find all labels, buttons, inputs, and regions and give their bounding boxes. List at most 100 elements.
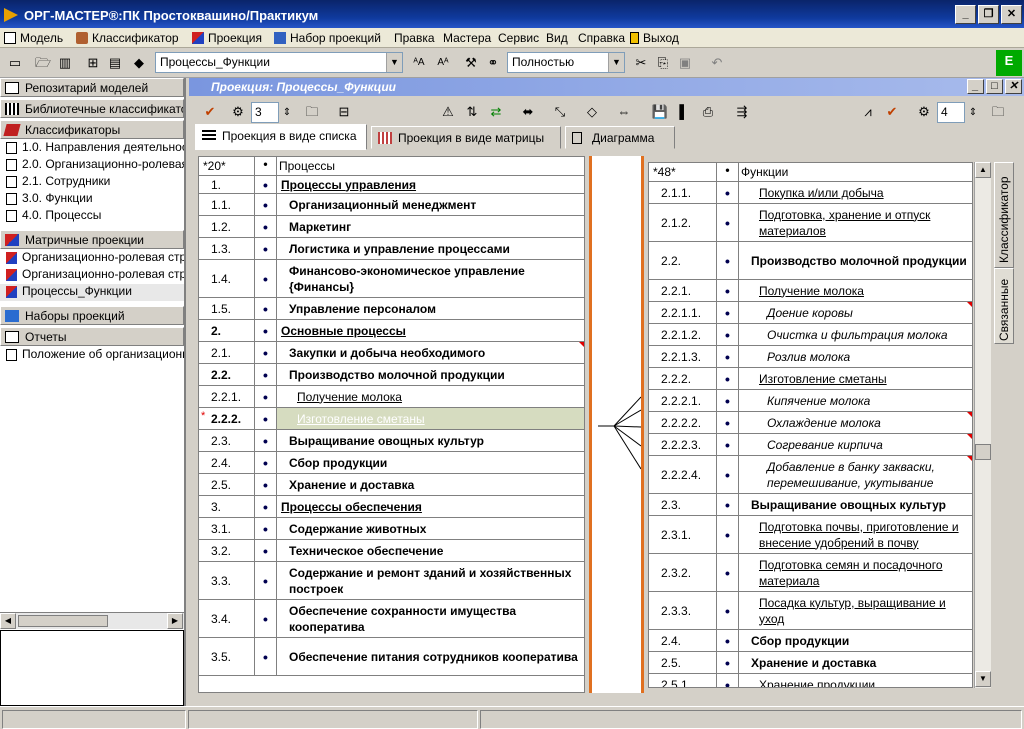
minimize-button[interactable]: _ — [955, 5, 976, 24]
process-row[interactable]: 2.4. • Сбор продукции — [199, 452, 584, 474]
menu-wizards[interactable]: Мастера — [443, 31, 491, 45]
matrix-item[interactable]: Организационно-ролевая структура — [0, 250, 184, 267]
connector-icon[interactable]: ⤡ — [549, 101, 571, 123]
classifier-item[interactable]: 4.0. Процессы — [0, 208, 184, 225]
functions-vertical-scrollbar[interactable]: ▲ ▼ — [974, 162, 991, 688]
section-classifiers[interactable]: Классификаторы — [0, 120, 184, 139]
tool-icon[interactable]: ⚙ — [913, 101, 935, 123]
cut-icon[interactable]: ✂ — [630, 52, 652, 74]
font-smaller-icon[interactable]: ᴬA — [408, 52, 430, 74]
function-row[interactable]: 2.2.2.4. • Добавление в банку закваски, пе… — [649, 456, 972, 494]
function-row[interactable]: 2.2.1.2. • Очистка и фильтрация молока — [649, 324, 972, 346]
classifier-item[interactable]: 1.0. Направления деятельности — [0, 140, 184, 157]
function-row[interactable]: 2.2.1. • Получение молока — [649, 280, 972, 302]
sort-icon[interactable]: ⇅ — [461, 101, 483, 123]
matrix-icon[interactable]: ◆ — [128, 52, 150, 74]
process-row[interactable]: 2.1. • Закупки и добыча необходимого — [199, 342, 584, 364]
report-item[interactable]: Положение об организационной структуре — [0, 347, 184, 364]
menu-help[interactable]: Справка — [578, 31, 625, 45]
tab-matrix-view[interactable]: Проекция в виде матрицы — [371, 126, 561, 149]
process-row[interactable]: 2.3. • Выращивание овощных культур — [199, 430, 584, 452]
chart-icon[interactable]: ⩘ — [857, 101, 879, 123]
matrix-item-selected[interactable]: Процессы_Функции — [0, 284, 184, 301]
chevron-down-icon[interactable]: ▼ — [608, 53, 624, 72]
swap-icon[interactable]: ⇔ — [613, 101, 635, 123]
process-row[interactable]: 3.4. • Обеспечение сохранности имущества к… — [199, 600, 584, 638]
classifier-tool-icon[interactable]: ▥ — [54, 52, 76, 74]
classifier-item[interactable]: 2.1. Сотрудники — [0, 174, 184, 191]
undo-icon[interactable]: ↶ — [706, 52, 728, 74]
book-icon[interactable]: ▤ — [104, 52, 126, 74]
menu-service[interactable]: Сервис — [498, 31, 539, 45]
process-row[interactable]: 1. • Процессы управления — [199, 176, 584, 194]
check-icon[interactable]: ✔ — [199, 101, 221, 123]
function-row[interactable]: 2.4. • Сбор продукции — [649, 630, 972, 652]
projection-minimize-button[interactable]: _ — [967, 79, 984, 94]
function-row[interactable]: 2.2.2.2. • Охлаждение молока — [649, 412, 972, 434]
window-layout-icon[interactable]: ▭ — [4, 52, 26, 74]
menu-projection-set[interactable]: Набор проекций — [274, 31, 381, 45]
scroll-thumb[interactable] — [18, 615, 108, 627]
spin-arrows-icon[interactable]: ⇕ — [965, 102, 981, 124]
process-row[interactable]: 2.2.1. • Получение молока — [199, 386, 584, 408]
scroll-up-icon[interactable]: ▲ — [975, 162, 991, 178]
function-row[interactable]: 2.5. • Хранение и доставка — [649, 652, 972, 674]
left-horizontal-scrollbar[interactable]: ◀ ▶ — [0, 612, 184, 629]
tree-icon[interactable]: ⊞ — [82, 52, 104, 74]
align-icon[interactable]: ⬌ — [517, 101, 539, 123]
function-row[interactable]: 2.2.1.1. • Доение коровы — [649, 302, 972, 324]
tool-icon[interactable]: ⚙ — [227, 101, 249, 123]
binoculars-icon[interactable]: ⚭ — [482, 52, 504, 74]
process-row[interactable]: 2. • Основные процессы — [199, 320, 584, 342]
menu-view[interactable]: Вид — [546, 31, 568, 45]
function-row[interactable]: 2.2.1.3. • Розлив молока — [649, 346, 972, 368]
link-icon[interactable]: ⇄ — [485, 101, 507, 123]
open-model-icon[interactable]: 🗁 — [32, 52, 54, 74]
function-row[interactable]: 2.2.2.3. • Согревание кирпича — [649, 434, 972, 456]
process-row[interactable]: 2.2. • Производство молочной продукции — [199, 364, 584, 386]
function-row[interactable]: 2.1.2. • Подготовка, хранение и отпуск мат… — [649, 204, 972, 242]
section-projection-sets[interactable]: Наборы проекций — [0, 306, 184, 325]
warning-icon[interactable]: ⚠ — [437, 101, 459, 123]
eraser-icon[interactable]: ◇ — [581, 101, 603, 123]
open-folder-icon[interactable]: 🗀 — [987, 101, 1009, 123]
process-row[interactable]: 1.4. • Финансово-экономическое управление … — [199, 260, 584, 298]
process-row[interactable]: 3.5. • Обеспечение питания сотрудников коо… — [199, 638, 584, 676]
menu-edit[interactable]: Правка — [394, 31, 435, 45]
process-row[interactable]: 3.3. • Содержание и ремонт зданий и хозяйс… — [199, 562, 584, 600]
scroll-down-icon[interactable]: ▼ — [975, 671, 991, 687]
side-tab-classifier[interactable]: Классификатор — [994, 162, 1014, 268]
tab-list-view[interactable]: Проекция в виде списка — [195, 124, 367, 150]
tab-diagram[interactable]: Диаграмма — [565, 126, 675, 149]
save-icon[interactable]: 💾 — [649, 101, 671, 123]
exit-door-icon[interactable]: ▌ — [673, 101, 695, 123]
function-row[interactable]: 2.3.1. • Подготовка почвы, приготовление и… — [649, 516, 972, 554]
process-row[interactable]: 3.1. • Содержание животных — [199, 518, 584, 540]
paste-icon[interactable]: ▣ — [674, 52, 696, 74]
function-row[interactable]: 2.2. • Производство молочной продукции — [649, 242, 972, 280]
projection-combo[interactable]: Процессы_Функции ▼ — [155, 52, 403, 73]
function-row[interactable]: 2.3. • Выращивание овощных культур — [649, 494, 972, 516]
transfer-icon[interactable]: ⇶ — [731, 101, 753, 123]
function-row[interactable]: 2.5.1. • Хранение продукции — [649, 674, 972, 687]
scroll-thumb[interactable] — [975, 444, 991, 460]
projection-close-button[interactable]: ✕ — [1005, 79, 1022, 94]
copy-icon[interactable]: ⎘ — [652, 52, 674, 74]
print-preview-icon[interactable]: ⎙ — [697, 101, 719, 123]
chevron-down-icon[interactable]: ▼ — [386, 53, 402, 72]
process-row[interactable]: 2.5. • Хранение и доставка — [199, 474, 584, 496]
font-larger-icon[interactable]: Aᴬ — [432, 52, 454, 74]
scroll-left-icon[interactable]: ◀ — [0, 613, 16, 629]
process-row[interactable]: 3. • Процессы обеспечения — [199, 496, 584, 518]
menu-projection[interactable]: Проекция — [192, 31, 262, 45]
process-row[interactable]: 1.3. • Логистика и управление процессами — [199, 238, 584, 260]
find-replace-icon[interactable]: ⚒ — [460, 52, 482, 74]
section-repository[interactable]: Репозитарий моделей — [0, 78, 184, 97]
section-matrix-projections[interactable]: Матричные проекции — [0, 230, 184, 249]
function-row[interactable]: 2.1.1. • Покупка и/или добыча — [649, 182, 972, 204]
menu-model[interactable]: Модель — [4, 31, 63, 45]
process-row[interactable]: 1.2. • Маркетинг — [199, 216, 584, 238]
level-spinner[interactable]: 3 — [251, 102, 279, 123]
open-folder-icon[interactable]: 🗀 — [301, 101, 323, 123]
check-icon[interactable]: ✔ — [881, 101, 903, 123]
